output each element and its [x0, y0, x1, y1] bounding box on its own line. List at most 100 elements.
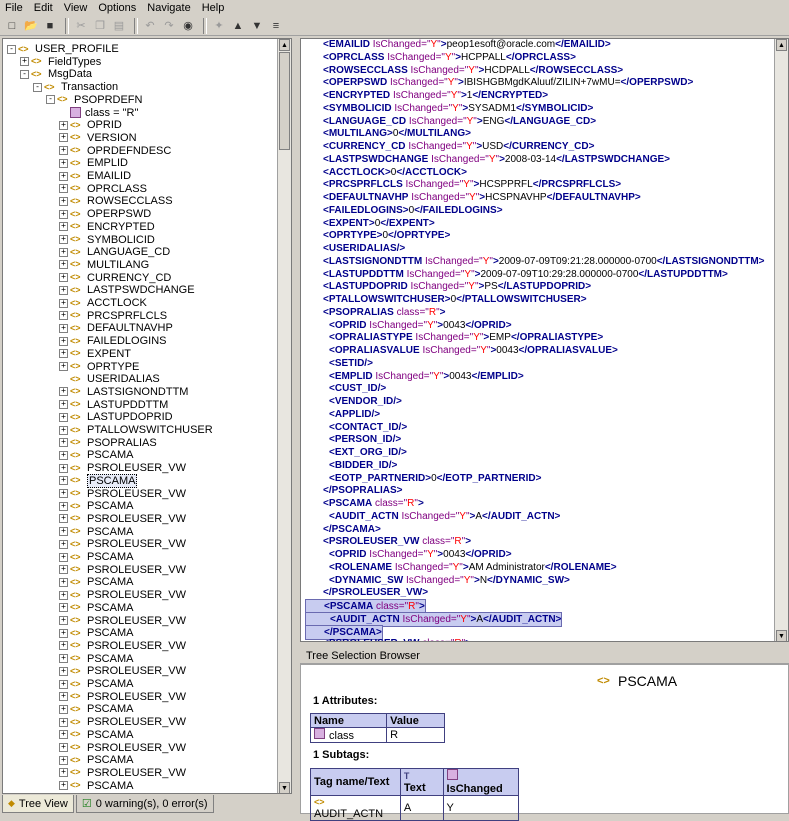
expand-icon[interactable]: +: [59, 172, 68, 181]
tree-node[interactable]: +<>PSCAMA: [59, 576, 133, 588]
expand-icon[interactable]: +: [59, 438, 68, 447]
expand-icon[interactable]: +: [20, 57, 29, 66]
expand-icon[interactable]: +: [59, 641, 68, 650]
cut-icon[interactable]: ✂: [73, 18, 89, 34]
tree-node[interactable]: +<>DEFAULTNAVHP: [59, 322, 173, 334]
expand-icon[interactable]: +: [59, 476, 68, 485]
tree-node[interactable]: +<>LASTUPDOPRID: [59, 411, 173, 423]
tree-node[interactable]: +<>ROWSECCLASS: [59, 195, 173, 207]
tab-warnings-errors[interactable]: ☑ 0 warning(s), 0 error(s): [76, 795, 214, 813]
tree-node[interactable]: +<>OPERPSWD: [59, 208, 151, 220]
scroll-up-arrow[interactable]: ▲: [776, 39, 787, 51]
expand-icon[interactable]: +: [59, 527, 68, 536]
expand-icon[interactable]: +: [59, 578, 68, 587]
expand-icon[interactable]: +: [59, 210, 68, 219]
tree-node[interactable]: +<>PSROLEUSER_VW: [59, 538, 186, 550]
tree-node[interactable]: +<>CURRENCY_CD: [59, 272, 171, 284]
tree-node[interactable]: +<>ENCRYPTED: [59, 221, 155, 233]
menu-options[interactable]: Options: [93, 2, 142, 14]
tree-node[interactable]: +<>FAILEDLOGINS: [59, 335, 166, 347]
tree-node[interactable]: +<>PSROLEUSER_VW: [59, 488, 186, 500]
collapse-icon[interactable]: -: [46, 95, 55, 104]
tree-node[interactable]: +<>FieldTypes: [20, 56, 101, 68]
tree-node[interactable]: +<>OPRDEFNDESC: [59, 145, 171, 157]
tree-node[interactable]: +<>LASTUPDDTTM: [59, 399, 168, 411]
tree-node[interactable]: -<>PSOPRDEFN: [46, 94, 142, 106]
tree-node[interactable]: +<>PSCAMA: [59, 475, 137, 487]
tree-node[interactable]: -<>USER_PROFILE: [7, 43, 119, 55]
tree-node[interactable]: +<>PSCAMA: [59, 780, 133, 792]
expand-icon[interactable]: +: [59, 260, 68, 269]
tree-node[interactable]: +<>PSROLEUSER_VW: [59, 691, 186, 703]
expand-icon[interactable]: +: [59, 489, 68, 498]
tree-node[interactable]: +<>PSCAMA: [59, 500, 133, 512]
xml-vertical-scrollbar[interactable]: ▲ ▼: [774, 39, 788, 642]
scroll-track[interactable]: [776, 52, 787, 530]
expand-icon[interactable]: +: [59, 514, 68, 523]
expand-icon[interactable]: +: [59, 603, 68, 612]
tree-node[interactable]: +<>LANGUAGE_CD: [59, 246, 170, 258]
tree-node[interactable]: +<>ACCTLOCK: [59, 297, 147, 309]
menu-file[interactable]: File: [0, 2, 29, 14]
expand-icon[interactable]: +: [59, 464, 68, 473]
expand-icon[interactable]: +: [59, 768, 68, 777]
expand-icon[interactable]: +: [59, 273, 68, 282]
expand-icon[interactable]: +: [59, 159, 68, 168]
expand-icon[interactable]: +: [59, 413, 68, 422]
find-binoculars-icon[interactable]: ◉: [180, 18, 196, 34]
collapse-icon[interactable]: -: [20, 70, 29, 79]
tree-node[interactable]: +<>PSCAMA: [59, 602, 133, 614]
tree-node[interactable]: +<>PSCAMA: [59, 653, 133, 665]
expand-icon[interactable]: +: [59, 387, 68, 396]
expand-icon[interactable]: +: [59, 705, 68, 714]
tree-node[interactable]: +<>PSCAMA: [59, 449, 133, 461]
tree-node[interactable]: +<>PSROLEUSER_VW: [59, 462, 186, 474]
tree-node[interactable]: -<>Transaction: [33, 81, 118, 93]
collapse-icon[interactable]: -: [33, 83, 42, 92]
scroll-down-arrow[interactable]: ▼: [279, 782, 290, 794]
tree-node[interactable]: +<>EMAILID: [59, 170, 131, 182]
copy-icon[interactable]: ❐: [92, 18, 108, 34]
expand-icon[interactable]: +: [59, 718, 68, 727]
expand-icon[interactable]: +: [59, 743, 68, 752]
tree-node[interactable]: +<>PSCAMA: [59, 754, 133, 766]
expand-icon[interactable]: +: [59, 248, 68, 257]
tree-node[interactable]: +<>EMPLID: [59, 157, 128, 169]
tree-node[interactable]: +<>PSROLEUSER_VW: [59, 742, 186, 754]
tree-node[interactable]: +<>PSCAMA: [59, 703, 133, 715]
tree-node[interactable]: +<>PSCAMA: [59, 729, 133, 741]
expand-icon[interactable]: +: [59, 121, 68, 130]
expand-icon[interactable]: +: [59, 553, 68, 562]
tree-node[interactable]: +<>PSCAMA: [59, 551, 133, 563]
expand-icon[interactable]: +: [59, 311, 68, 320]
tree-node[interactable]: +<>PRCSPRFLCLS: [59, 310, 167, 322]
tree-node[interactable]: +<>PSROLEUSER_VW: [59, 665, 186, 677]
expand-icon[interactable]: +: [59, 692, 68, 701]
tree-node[interactable]: -<>MsgData: [20, 68, 92, 80]
expand-icon[interactable]: +: [59, 502, 68, 511]
move-down-icon[interactable]: ▼: [249, 18, 265, 34]
expand-icon[interactable]: +: [59, 426, 68, 435]
tree-node[interactable]: +<>OPRID: [59, 119, 122, 131]
tree-node[interactable]: +<>PSCAMA: [59, 526, 133, 538]
expand-icon[interactable]: +: [59, 451, 68, 460]
menu-edit[interactable]: Edit: [29, 2, 59, 14]
table-row[interactable]: class R: [311, 728, 445, 743]
tree-node[interactable]: class = "R": [59, 107, 138, 119]
expand-icon[interactable]: +: [59, 629, 68, 638]
redo-icon[interactable]: ↷: [161, 18, 177, 34]
tree-node[interactable]: +<>LASTPSWDCHANGE: [59, 284, 195, 296]
scroll-thumb[interactable]: [279, 52, 290, 150]
expand-icon[interactable]: +: [59, 781, 68, 790]
tree-node[interactable]: +<>PSROLEUSER_VW: [59, 640, 186, 652]
new-file-icon[interactable]: □: [4, 18, 20, 34]
tree-node[interactable]: +<>PSROLEUSER_VW: [59, 589, 186, 601]
expand-icon[interactable]: +: [59, 197, 68, 206]
expand-icon[interactable]: +: [59, 146, 68, 155]
menu-view[interactable]: View: [59, 2, 94, 14]
expand-icon[interactable]: +: [59, 184, 68, 193]
tree-node[interactable]: +<>PSROLEUSER_VW: [59, 767, 186, 779]
expand-icon[interactable]: +: [59, 299, 68, 308]
expand-icon[interactable]: +: [59, 235, 68, 244]
expand-icon[interactable]: +: [59, 730, 68, 739]
